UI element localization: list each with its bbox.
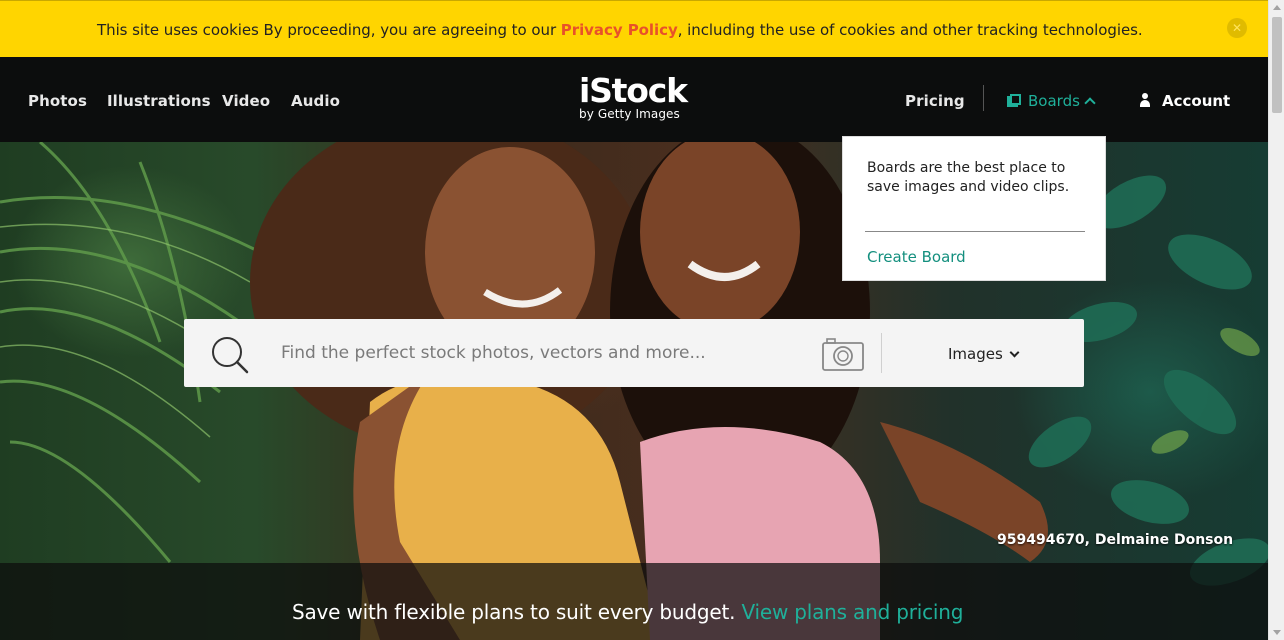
cookie-banner: This site uses cookies By proceeding, yo… [0, 0, 1268, 57]
page-scrollbar[interactable] [1268, 0, 1284, 640]
logo-tagline: by Getty Images [579, 107, 680, 121]
istock-logo[interactable]: iStock by Getty Images [579, 71, 688, 122]
camera-icon[interactable] [822, 337, 864, 371]
nav-video[interactable]: Video [222, 92, 270, 110]
boards-icon [1007, 94, 1022, 108]
boards-label: Boards [1028, 92, 1080, 110]
boards-popover-text: Boards are the best place to save images… [867, 160, 1070, 195]
nav-account-button[interactable]: Account [1139, 92, 1230, 110]
search-type-dropdown[interactable]: Images [948, 345, 1020, 363]
chevron-down-icon [1009, 347, 1020, 358]
chevron-up-icon [1084, 97, 1096, 109]
promo-message: Save with flexible plans to suit every b… [292, 600, 963, 624]
scroll-down-arrow-icon[interactable] [1273, 630, 1281, 635]
image-credit: 959494670, Delmaine Donson [997, 532, 1234, 548]
search-bar: Images [184, 319, 1084, 387]
search-divider [881, 333, 882, 373]
user-icon [1139, 93, 1151, 107]
top-navigation: Photos Illustrations Video Audio iStock … [0, 57, 1268, 142]
search-type-label: Images [948, 345, 1003, 363]
nav-boards-button[interactable]: Boards [1007, 92, 1096, 110]
account-label: Account [1162, 92, 1231, 110]
cookie-text-before: This site uses cookies By proceeding, yo… [97, 21, 561, 39]
popover-divider [865, 231, 1085, 232]
nav-photos[interactable]: Photos [28, 92, 87, 110]
cookie-message: This site uses cookies By proceeding, yo… [97, 21, 1143, 39]
privacy-policy-link[interactable]: Privacy Policy [561, 21, 678, 39]
create-board-link[interactable]: Create Board [867, 248, 966, 266]
view-plans-link[interactable]: View plans and pricing [741, 600, 963, 624]
promo-banner: Save with flexible plans to suit every b… [0, 563, 1268, 640]
boards-popover: Boards are the best place to save images… [842, 136, 1106, 281]
search-icon[interactable] [210, 335, 250, 375]
logo-wordmark: iStock [579, 71, 688, 110]
nav-audio[interactable]: Audio [291, 92, 340, 110]
nav-pricing[interactable]: Pricing [905, 92, 965, 110]
scroll-up-arrow-icon[interactable] [1273, 5, 1281, 10]
search-input[interactable] [281, 341, 801, 365]
promo-text: Save with flexible plans to suit every b… [292, 600, 736, 624]
close-icon[interactable]: ✕ [1227, 18, 1247, 38]
scroll-thumb[interactable] [1272, 17, 1282, 113]
nav-illustrations[interactable]: Illustrations [107, 92, 211, 110]
nav-divider [983, 85, 984, 111]
cookie-text-after: , including the use of cookies and other… [677, 21, 1143, 39]
